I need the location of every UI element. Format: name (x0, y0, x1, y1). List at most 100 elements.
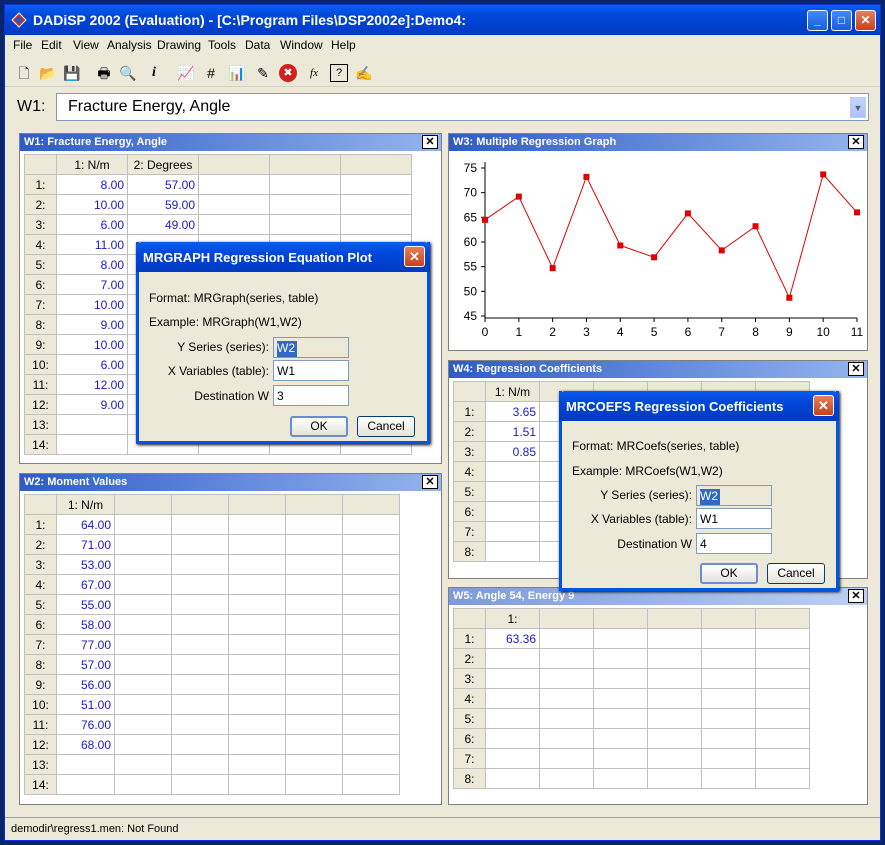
x-variables-field[interactable] (273, 360, 349, 381)
table-cell[interactable] (340, 174, 412, 195)
table-cell[interactable] (539, 768, 594, 789)
table-cell[interactable] (228, 754, 286, 775)
row-header[interactable]: 8: (24, 314, 57, 335)
table-cell[interactable] (342, 614, 400, 635)
table-cell[interactable] (485, 648, 540, 669)
table-cell[interactable] (114, 774, 172, 795)
table-cell[interactable] (593, 688, 648, 709)
table-cell[interactable] (342, 574, 400, 595)
table-cell[interactable]: 6.00 (56, 214, 128, 235)
row-header[interactable]: 13: (24, 754, 57, 775)
column-header[interactable] (340, 154, 412, 175)
save-icon[interactable]: 💾 (63, 64, 81, 82)
table-cell[interactable]: 10.00 (56, 334, 128, 355)
column-header[interactable]: 1: N/m (56, 494, 115, 515)
row-header[interactable]: 1: (24, 174, 57, 195)
table-cell[interactable] (647, 728, 702, 749)
table-cell[interactable] (485, 668, 540, 689)
table-cell[interactable] (228, 734, 286, 755)
table-cell[interactable] (171, 714, 229, 735)
close-icon[interactable]: ✕ (848, 135, 864, 149)
row-header[interactable]: 10: (24, 694, 57, 715)
edit-icon[interactable]: ✍ (355, 64, 373, 82)
table-cell[interactable] (285, 674, 343, 695)
table-cell[interactable]: 64.00 (56, 514, 115, 535)
row-header[interactable]: 5: (453, 708, 486, 729)
mrgraph-dialog-caption[interactable]: MRGRAPH Regression Equation Plot ✕ (136, 242, 430, 272)
table-cell[interactable] (701, 748, 756, 769)
table-cell[interactable] (342, 654, 400, 675)
open-icon[interactable]: 📂 (39, 64, 57, 82)
window-w4-caption[interactable]: W4: Regression Coefficients (449, 361, 867, 378)
table-cell[interactable] (228, 654, 286, 675)
table-cell[interactable]: 6.00 (56, 354, 128, 375)
table-cell[interactable] (56, 414, 128, 435)
column-header[interactable]: 1: (485, 608, 540, 629)
table-cell[interactable] (228, 554, 286, 575)
table-cell[interactable] (114, 754, 172, 775)
row-header[interactable]: 12: (24, 394, 57, 415)
column-header[interactable] (593, 608, 648, 629)
row-header[interactable]: 4: (453, 461, 486, 482)
table-cell[interactable] (114, 634, 172, 655)
table-cell[interactable] (701, 668, 756, 689)
table-cell[interactable] (539, 688, 594, 709)
table-cell[interactable] (755, 688, 810, 709)
table-cell[interactable] (593, 628, 648, 649)
table-cell[interactable] (342, 634, 400, 655)
table-cell[interactable] (114, 714, 172, 735)
table-cell[interactable] (701, 768, 756, 789)
row-header[interactable]: 5: (24, 254, 57, 275)
table-cell[interactable] (485, 501, 540, 522)
cancel-button[interactable]: Cancel (767, 563, 825, 584)
column-header[interactable] (198, 154, 270, 175)
table-cell[interactable]: 68.00 (56, 734, 115, 755)
table-cell[interactable] (342, 554, 400, 575)
close-icon[interactable]: ✕ (422, 135, 438, 149)
table-cell[interactable] (342, 714, 400, 735)
table-cell[interactable] (701, 648, 756, 669)
stop-icon[interactable]: ✖ (279, 64, 297, 82)
table-cell[interactable] (171, 534, 229, 555)
table-cell[interactable] (285, 734, 343, 755)
table-cell[interactable] (485, 521, 540, 542)
y-series-field[interactable] (273, 337, 349, 358)
table-cell[interactable]: 10.00 (56, 294, 128, 315)
table-cell[interactable] (269, 194, 341, 215)
table-cell[interactable] (340, 194, 412, 215)
table-cell[interactable] (171, 774, 229, 795)
print-preview-icon[interactable]: 🔍 (119, 64, 137, 82)
row-header[interactable]: 3: (453, 668, 486, 689)
table-cell[interactable] (171, 654, 229, 675)
table-cell[interactable] (269, 214, 341, 235)
row-header[interactable]: 14: (24, 774, 57, 795)
table-cell[interactable] (228, 514, 286, 535)
table-cell[interactable] (755, 748, 810, 769)
table-cell[interactable]: 71.00 (56, 534, 115, 555)
table-cell[interactable]: 8.00 (56, 174, 128, 195)
window-w1-caption[interactable]: W1: Fracture Energy, Angle (20, 134, 441, 151)
table-cell[interactable]: 63.36 (485, 628, 540, 649)
table-cell[interactable] (114, 654, 172, 675)
close-icon[interactable]: ✕ (422, 475, 438, 489)
table-cell[interactable] (647, 708, 702, 729)
column-header[interactable] (285, 494, 343, 515)
column-header[interactable] (228, 494, 286, 515)
row-header[interactable]: 2: (453, 421, 486, 442)
menu-data[interactable]: Data (245, 38, 270, 52)
table-cell[interactable]: 59.00 (127, 194, 199, 215)
table-cell[interactable] (114, 534, 172, 555)
table-cell[interactable] (285, 574, 343, 595)
column-header[interactable] (342, 494, 400, 515)
table-cell[interactable] (171, 574, 229, 595)
close-icon[interactable]: ✕ (848, 362, 864, 376)
menu-file[interactable]: File (13, 38, 32, 52)
table-cell[interactable] (485, 748, 540, 769)
table-cell[interactable] (114, 734, 172, 755)
table-cell[interactable] (198, 214, 270, 235)
table-cell[interactable] (285, 634, 343, 655)
menu-help[interactable]: Help (331, 38, 356, 52)
row-header[interactable]: 3: (24, 214, 57, 235)
table-cell[interactable] (539, 668, 594, 689)
column-header[interactable] (269, 154, 341, 175)
